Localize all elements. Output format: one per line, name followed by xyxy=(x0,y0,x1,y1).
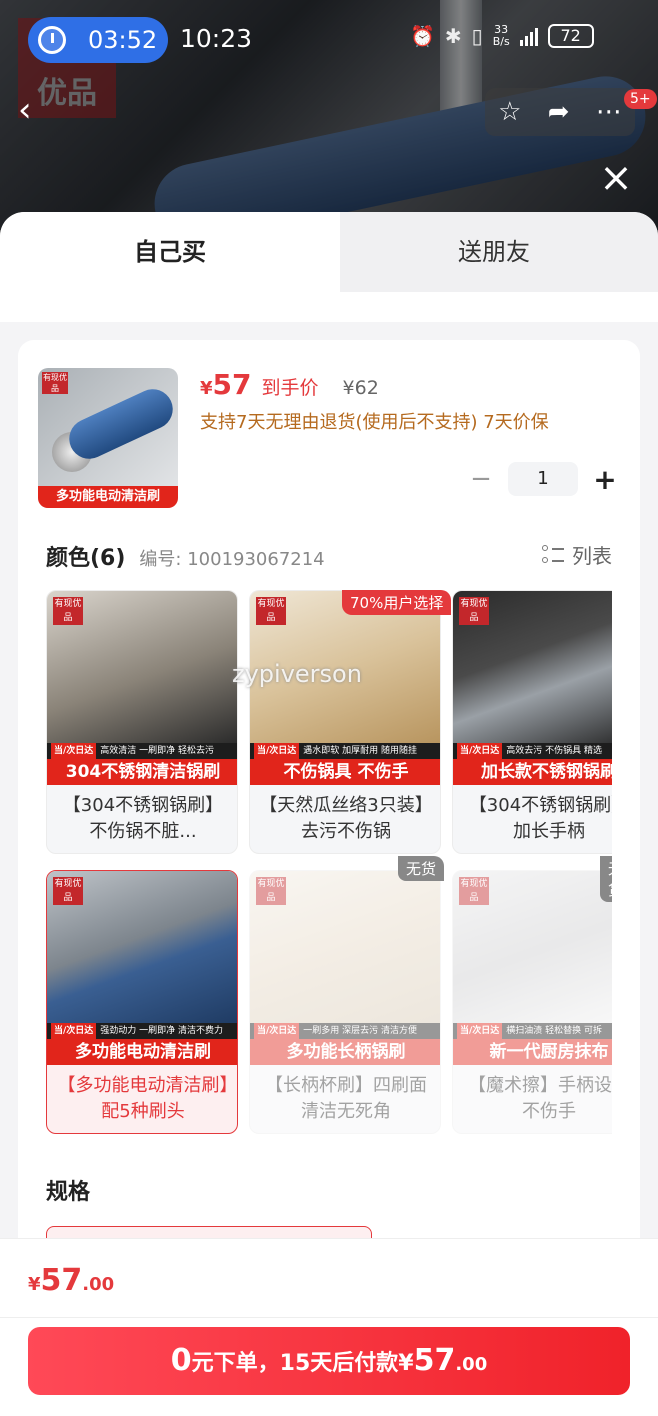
spec-title: 规格 xyxy=(46,1180,91,1205)
color-section-header: 颜色(6) 编号: 100193067214 xyxy=(46,540,325,572)
color-title: 颜色(6) xyxy=(46,546,126,571)
quantity-stepper: − 1 + xyxy=(468,462,618,496)
color-option-long-pot-brush[interactable]: 有现优品 当/次日达 高效去污 不伤锅具 精选 加长款不锈钢锅刷 【304不锈钢锅… xyxy=(452,590,612,854)
tab-buy-self[interactable]: 自己买 xyxy=(0,212,340,322)
original-price: ¥62 xyxy=(342,377,379,399)
final-price: ¥57 xyxy=(200,368,252,401)
status-bar: 03:52 10:23 ⏰ ✱ ▯ 33 B/s 72 xyxy=(0,0,658,80)
sku-number: 编号: 100193067214 xyxy=(139,549,325,570)
purchase-sheet: 送朋友 自己买 有现优品 多功能电动清洁刷 ¥57 到手价 ¥62 支持7天无理… xyxy=(0,212,658,1416)
alarm-timer-pill[interactable]: 03:52 xyxy=(28,17,168,63)
out-of-stock-badge: 无货 xyxy=(600,856,612,902)
product-thumbnail[interactable]: 有现优品 多功能电动清洁刷 xyxy=(38,368,178,508)
product-card: 有现优品 多功能电动清洁刷 ¥57 到手价 ¥62 支持7天无理由退货(使用后不… xyxy=(18,340,640,1266)
final-price-label: 到手价 xyxy=(261,377,319,399)
status-time: 10:23 xyxy=(180,24,253,53)
timer-text: 03:52 xyxy=(88,26,158,54)
watermark-text: zypiverson xyxy=(232,660,362,688)
cart-badge: 5+ xyxy=(624,89,657,109)
increase-button[interactable]: + xyxy=(592,463,618,496)
decrease-button[interactable]: − xyxy=(468,464,494,494)
list-view-toggle[interactable]: 列表 xyxy=(542,540,612,569)
tabs: 送朋友 自己买 xyxy=(0,212,658,322)
popular-choice-badge: 70%用户选择 xyxy=(342,590,452,615)
vibrate-icon: ▯ xyxy=(471,24,483,48)
total-price: ¥57.00 xyxy=(28,1263,115,1298)
star-icon[interactable]: ☆ xyxy=(498,97,521,127)
bluetooth-icon: ✱ xyxy=(444,24,462,48)
alarm-clock-icon xyxy=(38,26,66,54)
thumbnail-caption: 多功能电动清洁刷 xyxy=(38,486,178,508)
out-of-stock-badge: 无货 xyxy=(398,856,445,881)
alarm-icon: ⏰ xyxy=(410,24,435,48)
chevron-left-icon[interactable]: ‹ xyxy=(18,90,62,134)
color-option-304-pot-brush[interactable]: 有现优品 当/次日达 高效清洁 一刷即净 轻松去污 304不锈钢清洁锅刷 【304… xyxy=(46,590,238,854)
battery-indicator: 72 xyxy=(547,24,594,48)
list-icon xyxy=(542,544,564,566)
net-speed: 33 B/s xyxy=(492,23,510,48)
quantity-input[interactable]: 1 xyxy=(508,462,578,496)
signal-icon xyxy=(519,26,538,46)
close-icon[interactable]: × xyxy=(598,158,634,198)
header-actions: ☆ ➦ ⋯ xyxy=(485,88,635,136)
pay-later-button[interactable]: 0元下单，15天后付款¥57.00 xyxy=(28,1327,630,1395)
price-line: ¥57 到手价 ¥62 xyxy=(200,368,379,401)
color-option-kitchen-cloth[interactable]: 有现优品 当/次日达横扫油渍 轻松替换 可拆 新一代厨房抹布 【魔术擦】手柄设计… xyxy=(452,870,612,1134)
service-info: 支持7天无理由退货(使用后不支持) 7天价保 xyxy=(200,412,549,433)
color-option-loofah[interactable]: 有现优品 当/次日达 遇水即软 加厚耐用 随用随挂 不伤锅具 不伤手 【天然瓜丝络… xyxy=(249,590,441,854)
color-option-electric-brush[interactable]: 有现优品 当/次日达 强劲动力 一刷即净 清洁不费力 多功能电动清洁刷 【多功能电… xyxy=(46,870,238,1134)
color-option-long-handle-brush[interactable]: 有现优品 当/次日达 一刷多用 深层去污 清洁方便 多功能长柄锅刷 【长柄杯刷】四… xyxy=(249,870,441,1134)
more-icon[interactable]: ⋯ xyxy=(596,97,622,127)
share-icon[interactable]: ➦ xyxy=(548,97,570,127)
checkout-bar: ¥57.00 0元下单，15天后付款¥57.00 xyxy=(0,1238,658,1416)
brand-tag: 有现优品 xyxy=(42,372,68,394)
tab-gift-friend[interactable]: 送朋友 xyxy=(330,212,658,292)
